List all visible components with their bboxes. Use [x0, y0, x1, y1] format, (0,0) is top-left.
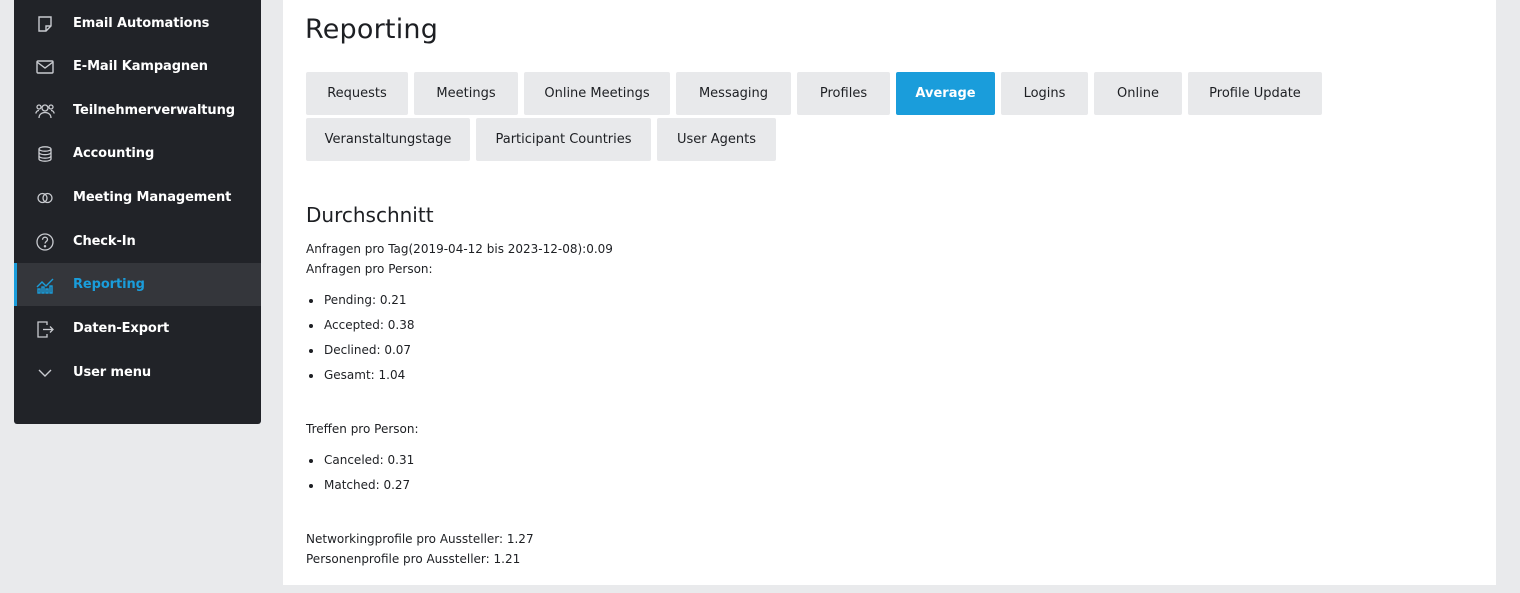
- sidebar-item-reporting[interactable]: Reporting: [14, 263, 261, 306]
- tab-messaging[interactable]: Messaging: [676, 72, 791, 115]
- coins-icon: [35, 144, 55, 164]
- sidebar-item-label: Accounting: [73, 146, 155, 161]
- sidebar: Email Automations E-Mail Kampagnen Teiln…: [14, 0, 261, 424]
- sidebar-item-label: E-Mail Kampagnen: [73, 59, 208, 74]
- question-circle-icon: [35, 232, 55, 252]
- users-icon: [35, 101, 55, 121]
- sidebar-item-label: Email Automations: [73, 16, 210, 31]
- sidebar-item-label: User menu: [73, 365, 152, 380]
- sidebar-item-label: Reporting: [73, 277, 145, 292]
- tab-meetings[interactable]: Meetings: [414, 72, 518, 115]
- tab-average[interactable]: Average: [896, 72, 995, 115]
- sidebar-item-label: Meeting Management: [73, 190, 232, 205]
- list-item-gesamt: Gesamt: 1.04: [308, 368, 406, 382]
- tab-online[interactable]: Online: [1094, 72, 1182, 115]
- list-item-canceled: Canceled: 0.31: [308, 453, 415, 467]
- sidebar-item-email-kampagnen[interactable]: E-Mail Kampagnen: [14, 45, 261, 88]
- networking-profiles-per-exhibitor: Networkingprofile pro Aussteller: 1.27: [306, 532, 534, 546]
- page-title: Reporting: [305, 14, 439, 45]
- sidebar-item-accounting[interactable]: Accounting: [14, 132, 261, 175]
- list-item-text: Pending: 0.21: [324, 293, 407, 307]
- sidebar-item-label: Check-In: [73, 234, 136, 249]
- tab-participant-countries[interactable]: Participant Countries: [476, 118, 651, 161]
- sidebar-item-meeting-management[interactable]: Meeting Management: [14, 176, 261, 219]
- sidebar-item-daten-export[interactable]: Daten-Export: [14, 307, 261, 350]
- envelope-icon: [35, 57, 55, 77]
- list-item-matched: Matched: 0.27: [308, 478, 411, 492]
- tab-online-meetings[interactable]: Online Meetings: [524, 72, 670, 115]
- list-item-text: Gesamt: 1.04: [324, 368, 406, 382]
- list-item-text: Matched: 0.27: [324, 478, 411, 492]
- tab-requests[interactable]: Requests: [306, 72, 408, 115]
- main-panel: Reporting Requests Meetings Online Meeti…: [283, 0, 1496, 585]
- sidebar-item-label: Daten-Export: [73, 321, 170, 336]
- tab-user-agents[interactable]: User Agents: [657, 118, 776, 161]
- requests-per-day: Anfragen pro Tag(2019-04-12 bis 2023-12-…: [306, 242, 613, 256]
- sidebar-item-email-automations[interactable]: Email Automations: [14, 2, 261, 45]
- section-title: Durchschnitt: [306, 203, 434, 227]
- person-profiles-per-exhibitor: Personenprofile pro Aussteller: 1.21: [306, 552, 521, 566]
- tab-veranstaltungstage[interactable]: Veranstaltungstage: [306, 118, 470, 161]
- sidebar-item-teilnehmerverwaltung[interactable]: Teilnehmerverwaltung: [14, 89, 261, 132]
- list-item-text: Canceled: 0.31: [324, 453, 415, 467]
- list-item-declined: Declined: 0.07: [308, 343, 412, 357]
- tab-profiles[interactable]: Profiles: [797, 72, 890, 115]
- meetings-per-person-label: Treffen pro Person:: [306, 422, 419, 436]
- list-item-text: Accepted: 0.38: [324, 318, 415, 332]
- export-icon: [35, 319, 55, 339]
- chart-icon: [35, 275, 55, 295]
- sidebar-item-user-menu[interactable]: User menu: [14, 351, 261, 394]
- tab-logins[interactable]: Logins: [1001, 72, 1088, 115]
- sidebar-item-check-in[interactable]: Check-In: [14, 220, 261, 263]
- rings-icon: [35, 188, 55, 208]
- list-item-pending: Pending: 0.21: [309, 293, 407, 307]
- chevron-down-icon: [35, 363, 55, 383]
- list-item-accepted: Accepted: 0.38: [308, 318, 415, 332]
- tab-profile-update[interactable]: Profile Update: [1188, 72, 1322, 115]
- requests-per-person-label: Anfragen pro Person:: [306, 262, 433, 276]
- sidebar-item-label: Teilnehmerverwaltung: [73, 103, 235, 118]
- list-item-text: Declined: 0.07: [324, 343, 412, 357]
- note-icon: [35, 14, 55, 34]
